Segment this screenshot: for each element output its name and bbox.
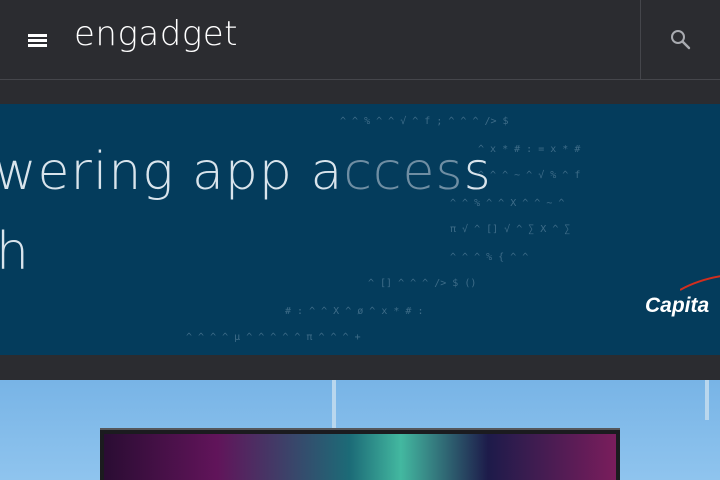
- ad-headline-text: wering app a: [0, 142, 344, 202]
- tv-screen: [104, 434, 616, 480]
- top-navigation-bar: engadget: [0, 0, 720, 80]
- background-pole: [332, 380, 336, 430]
- decorative-symbol: π √ ^ [] √ ^ ∑ X ^ ∑: [450, 224, 571, 235]
- background-pole: [705, 380, 709, 420]
- hamburger-bar: [28, 44, 47, 47]
- ad-headline-line1: wering app access: [0, 142, 492, 202]
- ad-headline-faded-text: cces: [343, 142, 464, 202]
- search-button[interactable]: [640, 0, 720, 79]
- decorative-symbol: ^ ^ ^ ^ μ ^ ^ ^ ^ ^ π ^ ^ ^ +: [186, 332, 361, 343]
- hamburger-bar: [28, 39, 47, 42]
- decorative-symbol: ^ ^ ^ % { ^ ^: [450, 252, 529, 263]
- ad-headline-line2: h: [0, 222, 29, 282]
- decorative-symbol: ^ ^ % ^ ^ √ ^ f ; ^ ^ ^ /> $: [340, 116, 509, 127]
- hamburger-menu-icon: [28, 34, 47, 37]
- ad-brand-logo: Capita: [645, 294, 710, 317]
- decorative-symbol: # : ^ ^ X ^ ø ^ x * # :: [285, 306, 424, 317]
- television-display: [100, 428, 620, 480]
- menu-button[interactable]: [24, 28, 52, 52]
- capital-one-swoosh-icon: [680, 275, 720, 291]
- advertisement-banner[interactable]: wering app access h ^ ^ % ^ ^ √ ^ f ; ^ …: [0, 104, 720, 355]
- decorative-symbol: ^ [] ^ ^ ^ /> $ (): [368, 278, 477, 289]
- decorative-symbol: ^ ^ ^ ~ ^ √ % ^ f: [478, 170, 581, 181]
- lead-story-image[interactable]: [0, 380, 720, 480]
- engadget-logo[interactable]: engadget: [74, 14, 238, 54]
- search-icon: [671, 30, 691, 50]
- decorative-symbol: ^ x * # : = x * #: [478, 144, 581, 155]
- decorative-symbol: ^ ^ % ^ ^ X ^ ^ ~ ^: [450, 198, 565, 209]
